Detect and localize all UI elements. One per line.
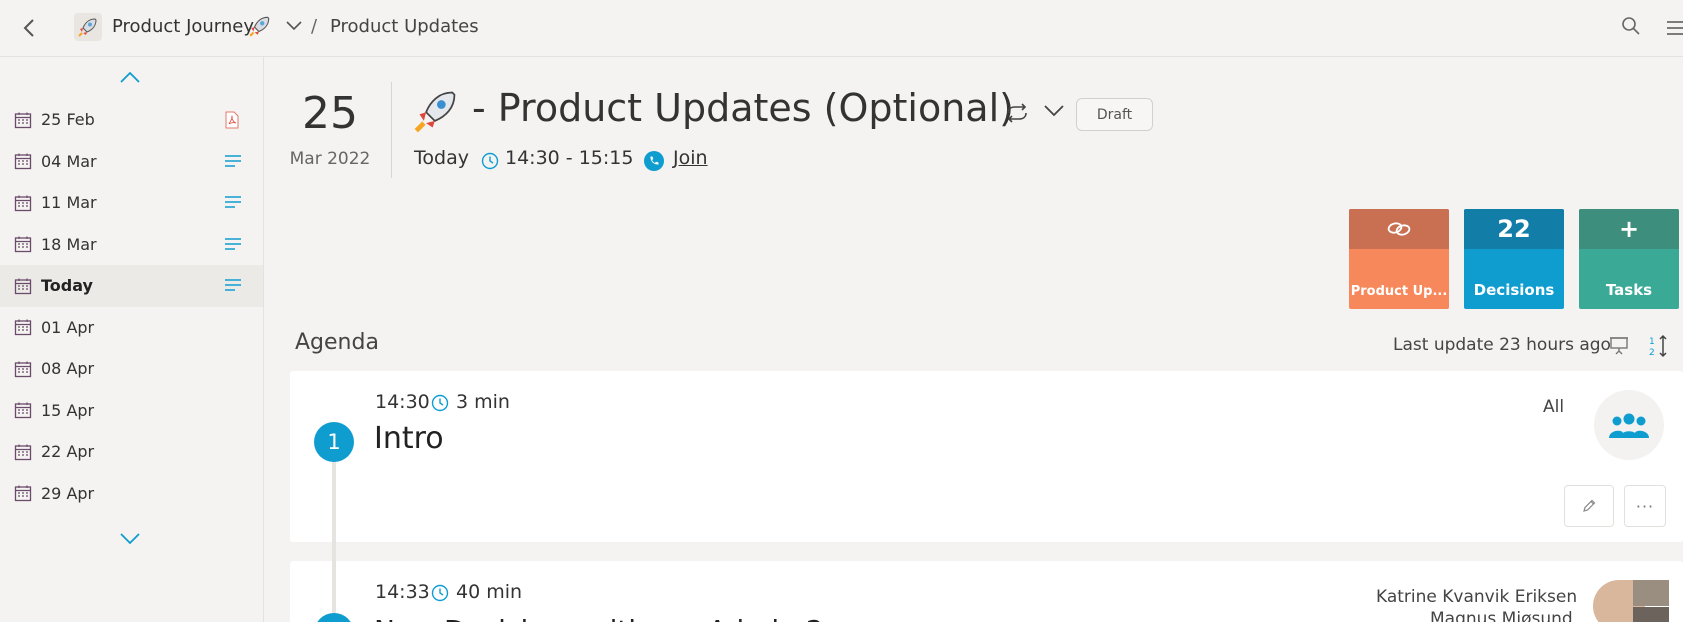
rocket-icon <box>248 14 272 42</box>
pencil-icon <box>1583 499 1596 512</box>
calendar-icon <box>14 153 32 170</box>
avatar <box>1633 580 1669 606</box>
notes-icon[interactable] <box>224 153 242 172</box>
top-bar: Product Journey / Product Updates <box>0 0 1683 57</box>
sidebar-item-label: 18 Mar <box>41 234 97 254</box>
avatar <box>1633 607 1669 622</box>
agenda-item-participants: All <box>1543 397 1565 417</box>
sidebar-item-date[interactable]: 29 Apr <box>0 473 263 515</box>
meeting-month-year: Mar 2022 <box>289 149 371 169</box>
project-rocket-icon <box>74 13 102 41</box>
status-badge[interactable]: Draft <box>1076 98 1153 131</box>
clock-icon <box>431 584 449 606</box>
svg-text:1: 1 <box>1649 337 1655 347</box>
back-arrow-icon[interactable] <box>18 16 42 40</box>
agenda-item-time: 14:30 <box>375 391 430 413</box>
clock-icon <box>481 152 499 174</box>
clock-icon <box>431 394 449 416</box>
sidebar-item-date[interactable]: 04 Mar <box>0 141 263 183</box>
calendar-icon <box>14 195 32 211</box>
sidebar-item-label: 22 Apr <box>41 442 95 462</box>
tasks-tile[interactable]: + Tasks <box>1579 209 1679 309</box>
breadcrumb-separator: / <box>311 16 318 37</box>
meeting-sidebar: 25 Feb 04 Mar 11 Mar 18 Mar Today 01 Apr 08 Ap… <box>0 57 264 622</box>
agenda-item-duration: 40 min <box>456 581 523 603</box>
sidebar-item-label: 15 Apr <box>41 400 95 420</box>
header-divider <box>391 82 392 178</box>
recurring-icon <box>1004 102 1030 128</box>
sidebar-item-label: 11 Mar <box>41 193 97 213</box>
decisions-tile-label: Decisions <box>1473 281 1555 299</box>
sidebar-item-date[interactable]: 11 Mar <box>0 182 263 224</box>
phone-icon[interactable] <box>644 151 664 175</box>
group-icon <box>1594 390 1664 460</box>
more-options-button[interactable]: ··· <box>1624 485 1666 527</box>
edit-button[interactable] <box>1564 485 1614 527</box>
project-name[interactable]: Product Journey <box>112 16 254 37</box>
notes-icon[interactable] <box>224 236 242 255</box>
sidebar-item-label: 01 Apr <box>41 317 95 337</box>
sidebar-item-date[interactable]: 18 Mar <box>0 224 263 266</box>
menu-icon[interactable] <box>1667 20 1683 40</box>
title-chevron-down-icon[interactable] <box>1043 103 1065 123</box>
agenda-item-number: 1 <box>314 422 354 462</box>
meeting-date-list: 25 Feb 04 Mar 11 Mar 18 Mar Today 01 Apr 08 Ap… <box>0 99 263 514</box>
sort-order-icon[interactable]: 12 <box>1648 334 1670 362</box>
calendar-icon <box>14 112 32 128</box>
meeting-day: 25 <box>302 88 358 139</box>
agenda-item-title[interactable]: Intro <box>374 421 444 456</box>
agenda-item-duration: 3 min <box>456 391 510 413</box>
agenda-item-time: 14:33 <box>375 581 430 603</box>
product-updates-tile-label: Product Up... <box>1350 284 1448 299</box>
pdf-icon[interactable] <box>224 111 240 133</box>
notes-icon[interactable] <box>224 277 242 296</box>
meeting-when: Today <box>414 147 469 169</box>
sidebar-item-date[interactable]: 01 Apr <box>0 307 263 349</box>
title-rocket-icon <box>413 86 461 138</box>
calendar-icon <box>14 278 32 294</box>
agenda-item-title: New Decisions with my Admin 2 <box>374 614 894 622</box>
tasks-tile-label: Tasks <box>1605 281 1653 299</box>
last-update-text: Last update 23 hours ago <box>1393 335 1611 355</box>
calendar-icon <box>14 485 32 502</box>
product-updates-tile[interactable]: Product Up... <box>1349 209 1449 309</box>
search-icon[interactable] <box>1620 15 1642 41</box>
sidebar-item-date[interactable]: 25 Feb <box>0 99 263 141</box>
sidebar-item-label: Today <box>41 276 93 296</box>
agenda-timeline <box>332 445 336 622</box>
calendar-icon <box>14 361 32 377</box>
participant-name: Magnus Mjøsund <box>1430 609 1573 622</box>
calendar-icon <box>14 236 32 253</box>
breadcrumb[interactable]: Product Updates <box>330 16 479 37</box>
link-icon <box>1349 209 1449 249</box>
join-link[interactable]: Join <box>673 147 708 169</box>
sidebar-item-date[interactable]: 08 Apr <box>0 348 263 390</box>
chevron-down-icon[interactable] <box>119 531 141 550</box>
sidebar-item-date[interactable]: Today <box>0 265 263 307</box>
sidebar-item-date[interactable]: 15 Apr <box>0 390 263 432</box>
agenda-item-title-clipped[interactable]: New Decisions with my Admin 2 <box>374 612 894 622</box>
add-task-icon: + <box>1579 209 1679 249</box>
notes-icon[interactable] <box>224 194 242 213</box>
chevron-up-icon[interactable] <box>119 69 141 88</box>
meeting-time: 14:30 - 15:15 <box>505 147 634 169</box>
sidebar-item-label: 29 Apr <box>41 483 95 503</box>
presentation-icon[interactable] <box>1609 335 1629 359</box>
svg-text:2: 2 <box>1649 348 1655 358</box>
calendar-icon <box>14 319 32 336</box>
project-chevron-down-icon[interactable] <box>285 18 303 37</box>
participant-name: Katrine Kvanvik Eriksen <box>1376 587 1578 607</box>
calendar-icon <box>14 402 32 419</box>
agenda-heading: Agenda <box>295 330 379 355</box>
sidebar-item-label: 08 Apr <box>41 359 95 379</box>
decisions-tile[interactable]: 22 Decisions <box>1464 209 1564 309</box>
meeting-title: - Product Updates (Optional) <box>472 86 1014 130</box>
sidebar-item-label: 25 Feb <box>41 110 95 130</box>
sidebar-item-date[interactable]: 22 Apr <box>0 431 263 473</box>
calendar-icon <box>14 444 32 460</box>
sidebar-item-label: 04 Mar <box>41 151 97 171</box>
decisions-count: 22 <box>1464 209 1564 249</box>
